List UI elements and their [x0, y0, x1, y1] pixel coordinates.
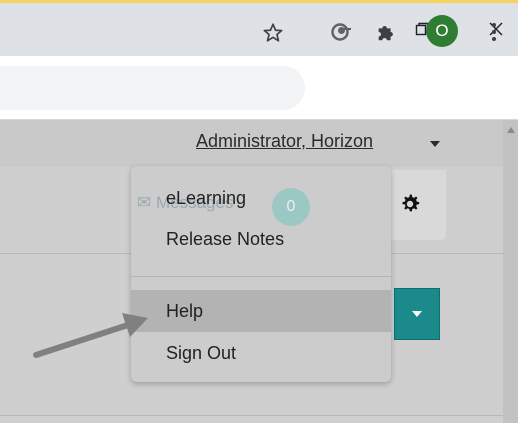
star-icon[interactable]: [262, 22, 284, 44]
menu-item-sign-out[interactable]: Sign Out: [131, 332, 391, 374]
puzzle-icon[interactable]: [375, 21, 397, 43]
menu-item-release-notes[interactable]: Release Notes: [131, 218, 391, 260]
profile-avatar[interactable]: O: [426, 15, 458, 47]
scroll-up-icon[interactable]: [507, 126, 515, 134]
address-bar[interactable]: [0, 66, 305, 110]
dropdown-button[interactable]: [394, 288, 440, 340]
annotation-arrow: [33, 313, 148, 358]
caret-down-icon[interactable]: [430, 140, 440, 148]
user-menu-link[interactable]: Administrator, Horizon: [196, 131, 373, 152]
chevron-down-icon: [412, 311, 422, 317]
bottom-divider: [0, 415, 503, 416]
screenshot-frame: O Administrator, Horizon ✉ Messages 0 eL…: [0, 0, 518, 423]
gear-icon[interactable]: [399, 193, 421, 215]
vertical-scrollbar[interactable]: [503, 120, 518, 423]
menu-item-help[interactable]: Help: [131, 290, 391, 332]
menu-item-elearning[interactable]: eLearning: [131, 177, 391, 219]
extension-icon[interactable]: [330, 22, 350, 42]
menu-separator: [131, 276, 391, 277]
kebab-icon[interactable]: [490, 21, 498, 43]
browser-toolbar: [0, 56, 518, 120]
